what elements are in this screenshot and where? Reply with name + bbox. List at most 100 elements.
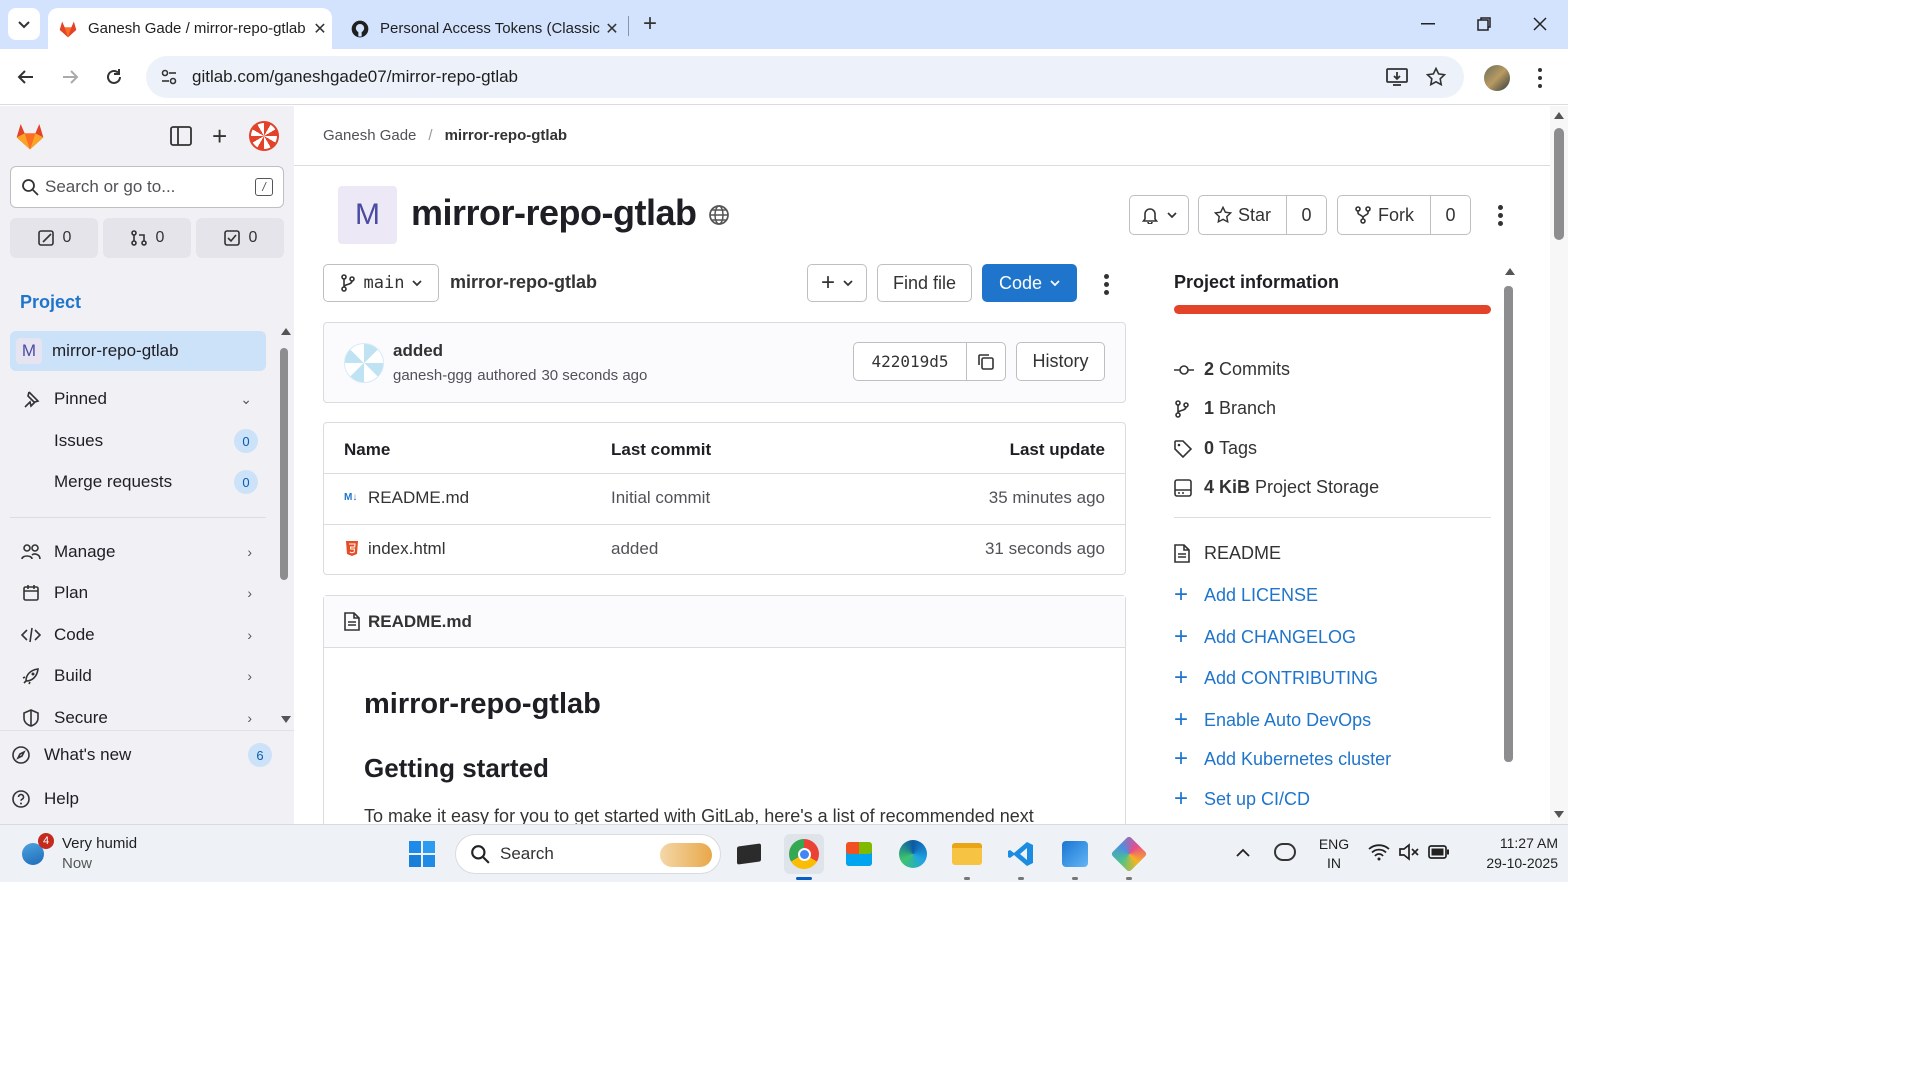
history-button[interactable]: History [1016, 342, 1105, 381]
back-button[interactable] [10, 61, 42, 93]
commit-authored-text: authored [477, 367, 537, 384]
add-contributing-link[interactable]: + Add CONTRIBUTING [1174, 664, 1378, 692]
star-button[interactable]: Star [1198, 195, 1287, 235]
chevron-right-icon: › [247, 668, 252, 684]
help-button[interactable]: Help [4, 779, 276, 819]
commit-author[interactable]: ganesh-ggg [393, 367, 472, 384]
project-info-scrollbar[interactable] [1502, 268, 1518, 768]
page-scrollbar[interactable] [1550, 106, 1568, 824]
tab-gitlab[interactable]: Ganesh Gade / mirror-repo-gtlab ✕ [48, 8, 332, 49]
battery-icon[interactable] [1428, 845, 1450, 864]
search-input[interactable]: Search or go to... / [10, 166, 284, 208]
file-last-commit[interactable]: Initial commit [611, 488, 710, 508]
tab-github-tokens[interactable]: Personal Access Tokens (Classic) ✕ [340, 8, 624, 49]
fork-count[interactable]: 0 [1430, 195, 1471, 235]
file-name[interactable]: README.md [368, 488, 469, 508]
enable-auto-devops-link[interactable]: + Enable Auto DevOps [1174, 706, 1371, 734]
create-new-icon[interactable]: + [212, 123, 227, 149]
breadcrumb-project[interactable]: mirror-repo-gtlab [445, 127, 568, 144]
tab-list-button[interactable] [8, 8, 40, 40]
restore-button[interactable] [1470, 10, 1498, 38]
install-app-icon[interactable] [1386, 67, 1408, 87]
close-tab-icon[interactable]: ✕ [308, 19, 332, 39]
user-avatar[interactable] [249, 121, 279, 151]
commit-author-avatar[interactable] [344, 343, 384, 383]
photos-app-icon[interactable] [1055, 834, 1095, 874]
star-count[interactable]: 0 [1286, 195, 1327, 235]
onedrive-sync-icon[interactable] [1274, 843, 1296, 861]
whats-new-label: What's new [44, 745, 132, 764]
setup-cicd-link[interactable]: + Set up CI/CD [1174, 785, 1310, 813]
branches-stat[interactable]: 1 Branch [1174, 398, 1276, 419]
add-file-dropdown[interactable]: + [807, 264, 867, 302]
minimize-button[interactable] [1414, 10, 1442, 38]
add-changelog-link[interactable]: + Add CHANGELOG [1174, 623, 1356, 651]
sidebar-item-pinned[interactable]: Pinned ⌄ [10, 379, 266, 419]
notifications-dropdown[interactable] [1129, 195, 1189, 235]
todos-counter[interactable]: 0 [196, 218, 284, 258]
branch-switcher[interactable]: main [323, 264, 439, 302]
reload-button[interactable] [98, 61, 130, 93]
sidebar-item-issues[interactable]: Issues 0 [10, 421, 266, 461]
table-row[interactable]: index.html added 31 seconds ago [324, 524, 1125, 575]
system-clock[interactable]: 11:27 AM 29-10-2025 [1462, 833, 1558, 873]
repo-actions-kebab-icon[interactable] [1100, 272, 1112, 296]
sidebar-item-project[interactable]: M mirror-repo-gtlab [10, 331, 266, 371]
fork-button[interactable]: Fork [1337, 195, 1431, 235]
edge-icon[interactable] [893, 834, 933, 874]
readme-filename[interactable]: README.md [368, 612, 472, 632]
project-actions-kebab-icon[interactable] [1494, 202, 1506, 228]
weather-widget[interactable]: 4 Very humid Now [18, 831, 178, 877]
commits-stat[interactable]: 2 Commits [1174, 359, 1290, 380]
commit-message[interactable]: added [393, 341, 443, 361]
sidebar-item-code[interactable]: Code › [10, 615, 266, 655]
sidebar-item-manage[interactable]: Manage › [10, 532, 266, 572]
site-info-icon[interactable] [146, 68, 192, 86]
browser-menu-icon[interactable] [1530, 65, 1550, 91]
volume-muted-icon[interactable] [1398, 843, 1420, 866]
tags-stat[interactable]: 0 Tags [1174, 438, 1257, 459]
profile-avatar[interactable] [1484, 65, 1510, 91]
assigned-issues-counter[interactable]: 0 [10, 218, 98, 258]
vscode-icon[interactable] [1001, 834, 1041, 874]
colorful-app-icon[interactable] [1109, 834, 1149, 874]
file-manager-icon[interactable] [729, 834, 769, 874]
code-button[interactable]: Code [982, 264, 1077, 302]
add-kubernetes-link[interactable]: + Add Kubernetes cluster [1174, 745, 1391, 773]
forward-button[interactable] [54, 61, 86, 93]
sidebar-item-build[interactable]: Build › [10, 656, 266, 696]
chrome-icon[interactable] [784, 834, 824, 874]
storage-stat[interactable]: 4 KiB Project Storage [1174, 477, 1379, 498]
pin-icon [14, 390, 48, 408]
language-indicator[interactable]: ENG IN [1316, 835, 1352, 873]
file-name[interactable]: index.html [368, 539, 445, 559]
table-row[interactable]: M↓ README.md Initial commit 35 minutes a… [324, 473, 1125, 525]
bookmark-star-icon[interactable] [1426, 67, 1446, 87]
sidebar-scrollbar[interactable] [276, 328, 292, 728]
windows-start-icon[interactable] [402, 834, 442, 874]
sidebar-item-label: Plan [54, 583, 89, 602]
sidebar-item-merge-requests[interactable]: Merge requests 0 [10, 462, 266, 502]
close-tab-icon[interactable]: ✕ [600, 19, 624, 39]
file-last-commit[interactable]: added [611, 539, 658, 559]
sidebar-item-plan[interactable]: Plan › [10, 573, 266, 613]
new-tab-button[interactable]: + [636, 10, 664, 38]
readme-link[interactable]: README [1174, 543, 1281, 564]
show-hidden-icons-chevron-icon[interactable] [1236, 845, 1250, 863]
merge-requests-counter[interactable]: 0 [103, 218, 191, 258]
taskbar-search-box[interactable]: Search [455, 834, 721, 874]
whats-new-button[interactable]: What's new 6 [4, 735, 276, 775]
address-bar[interactable]: gitlab.com/ganeshgade07/mirror-repo-gtla… [146, 56, 1464, 98]
find-file-button[interactable]: Find file [877, 264, 972, 302]
wifi-icon[interactable] [1368, 843, 1390, 866]
commit-sha[interactable]: 422019d5 [853, 342, 967, 381]
breadcrumb-owner[interactable]: Ganesh Gade [323, 127, 416, 144]
copy-sha-button[interactable] [966, 342, 1006, 381]
folder-icon[interactable] [947, 834, 987, 874]
store-icon[interactable] [839, 834, 879, 874]
gitlab-logo-icon[interactable] [14, 120, 46, 157]
repo-path[interactable]: mirror-repo-gtlab [450, 272, 597, 293]
add-license-link[interactable]: + Add LICENSE [1174, 581, 1318, 609]
close-window-button[interactable] [1526, 10, 1554, 38]
toggle-sidebar-icon[interactable] [170, 126, 192, 151]
